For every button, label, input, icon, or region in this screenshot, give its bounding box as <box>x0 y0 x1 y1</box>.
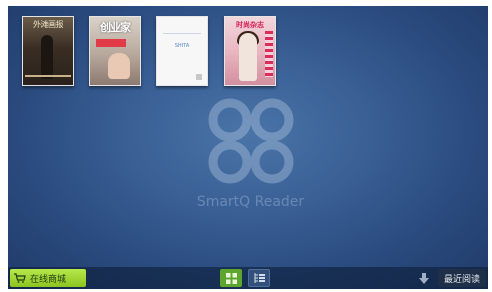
book-cover-3[interactable]: SHITA <box>156 16 208 86</box>
cover-band <box>96 39 126 47</box>
reader-screen: 外滩画报 创业家 SHITA 时尚杂志 SmartQ Reader 在线商城 最… <box>8 6 488 289</box>
book-cover-2[interactable]: 创业家 <box>89 16 141 86</box>
tree-list-icon <box>254 272 265 283</box>
brand-text: SmartQ Reader <box>196 194 305 210</box>
book-title: 时尚杂志 <box>236 21 264 29</box>
smartq-logo-watermark: SmartQ Reader <box>188 94 313 214</box>
book-shelf: 外滩画报 创业家 SHITA 时尚杂志 <box>8 6 488 96</box>
cover-model <box>239 33 257 81</box>
recent-reading-button[interactable]: 最近阅读 <box>438 269 486 287</box>
down-arrow-icon <box>419 272 429 284</box>
shopping-cart-icon <box>14 273 26 283</box>
cover-mark <box>196 74 202 80</box>
cover-strip <box>25 75 71 77</box>
cover-figure <box>41 35 53 79</box>
book-title: SHITA <box>174 43 190 49</box>
book-cover-1[interactable]: 外滩画报 <box>22 16 74 86</box>
bottom-toolbar: 在线商城 最近阅读 <box>8 267 488 289</box>
download-arrow-button[interactable] <box>414 269 434 287</box>
book-cover-4[interactable]: 时尚杂志 <box>224 16 276 86</box>
cover-rule <box>163 33 201 34</box>
view-mode-switch <box>220 269 270 287</box>
online-store-button[interactable]: 在线商城 <box>10 269 86 287</box>
grid-icon <box>225 272 237 284</box>
list-view-button[interactable] <box>248 269 270 287</box>
book-title: 外滩画报 <box>33 20 64 29</box>
smartq-logo-icon <box>208 98 294 184</box>
recent-reading-label: 最近阅读 <box>443 274 480 285</box>
online-store-label: 在线商城 <box>30 274 67 285</box>
grid-view-button[interactable] <box>220 269 242 287</box>
book-title: 创业家 <box>100 21 131 34</box>
cover-stripe <box>265 31 273 77</box>
cover-portrait <box>108 53 130 79</box>
